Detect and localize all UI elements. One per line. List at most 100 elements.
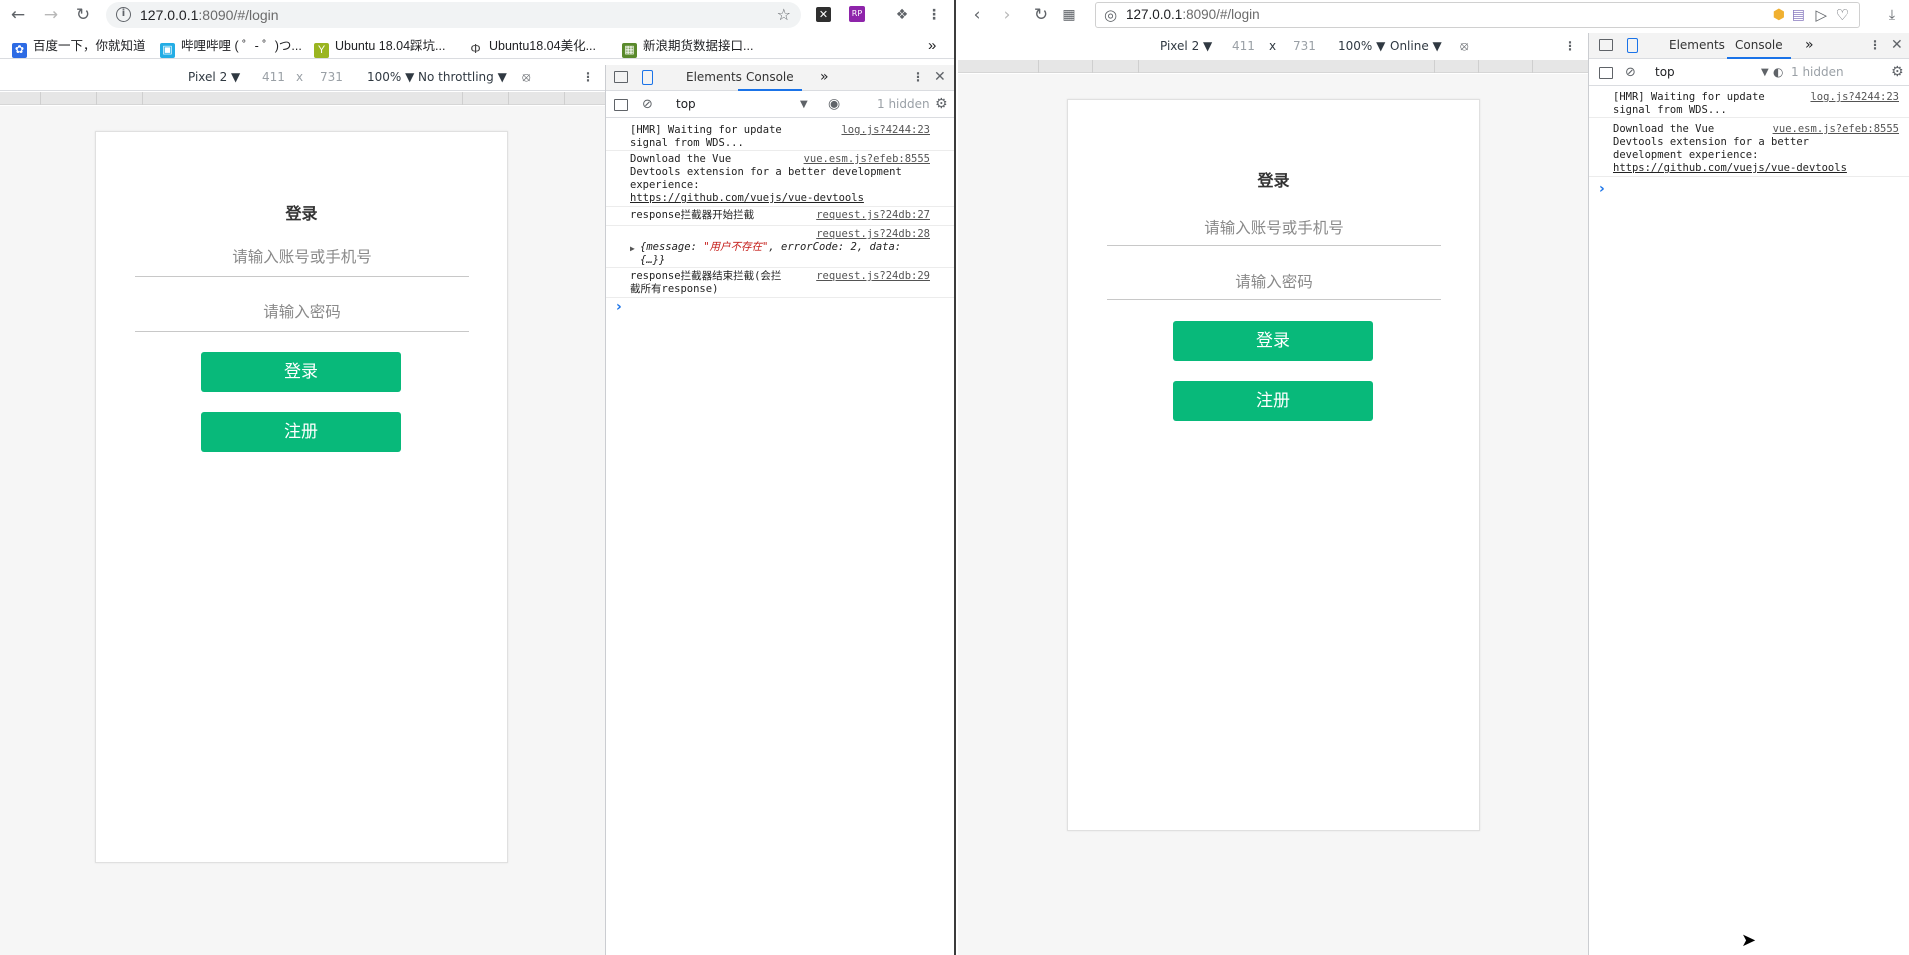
device-height[interactable]: 731 — [320, 65, 343, 90]
zoom-select[interactable]: 100% ▼ — [367, 65, 414, 90]
devtools-menu-icon[interactable]: ⋮ — [1869, 33, 1881, 58]
close-icon[interactable]: ✕ — [934, 65, 946, 90]
login-button[interactable]: 登录 — [201, 352, 401, 392]
reload-icon[interactable]: ↻ — [72, 4, 94, 26]
device-mode-icon[interactable] — [642, 70, 653, 85]
device-menu-icon[interactable]: ⋮ — [582, 65, 594, 90]
account-input[interactable]: 请输入账号或手机号 — [1107, 216, 1441, 246]
expand-triangle-icon[interactable]: ▶ — [630, 242, 635, 255]
network-select[interactable]: Online ▼ — [1390, 34, 1442, 59]
device-toolbar: Pixel 2 ▼ 411 x 731 100% ▼ No throttling… — [0, 65, 605, 91]
tab-elements[interactable]: Elements — [1669, 33, 1725, 58]
sidebar-toggle-icon[interactable] — [1599, 67, 1613, 79]
console-prompt[interactable]: › — [616, 299, 622, 315]
devtools-menu-icon[interactable]: ⋮ — [912, 65, 924, 90]
url-text: 127.0.0.1:8090/#/login — [1126, 7, 1260, 22]
extension-x-icon[interactable]: ✕ — [816, 7, 831, 22]
more-tabs-button[interactable]: » — [1805, 33, 1814, 58]
account-input[interactable]: 请输入账号或手机号 — [135, 245, 469, 277]
bookmark-item[interactable]: ▣ 哔哩哔哩 ( ゜- ゜)つ... — [160, 37, 302, 58]
eye-icon[interactable]: ◐ — [1773, 60, 1783, 85]
device-width[interactable]: 411 — [1232, 34, 1255, 59]
login-page: 登录 请输入账号或手机号 请输入密码 登录 注册 — [1067, 99, 1480, 831]
more-tabs-button[interactable]: » — [820, 65, 829, 90]
clear-console-icon[interactable]: ⊘ — [642, 92, 653, 117]
gear-icon[interactable]: ⚙ — [935, 92, 948, 117]
devtools-link[interactable]: https://github.com/vuejs/vue-devtools — [630, 192, 864, 205]
page-title: 登录 — [285, 204, 318, 223]
console-source-link[interactable]: request.js?24db:27 — [816, 209, 930, 222]
device-select[interactable]: Pixel 2 ▼ — [1160, 34, 1212, 59]
info-icon[interactable]: i — [116, 7, 131, 22]
bookmark-item[interactable]: Y Ubuntu 18.04踩坑... — [314, 37, 445, 58]
omnibox[interactable]: i 127.0.0.1:8090/#/login ☆ — [106, 2, 801, 28]
register-button[interactable]: 注册 — [1173, 381, 1373, 421]
cube-icon[interactable]: ⬢ — [1773, 7, 1785, 23]
star-icon[interactable]: ☆ — [777, 5, 791, 24]
devtools-panel: Elements Console » ⋮ ✕ ⊘ top ▼ ◐ 1 hidde… — [1588, 33, 1909, 955]
image-icon[interactable]: ▤ — [1792, 7, 1805, 23]
console-message: Download the Vue Devtools extension for … — [606, 151, 954, 207]
tab-console[interactable]: Console — [738, 65, 802, 91]
reload-icon[interactable]: ↻ — [1030, 4, 1052, 26]
heart-icon[interactable]: ♡ — [1836, 6, 1849, 24]
devtools-link[interactable]: https://github.com/vuejs/vue-devtools — [1613, 162, 1847, 175]
forward-icon[interactable]: › — [996, 4, 1018, 26]
bookmark-item[interactable]: Φ Ubuntu18.04美化... — [468, 37, 596, 56]
console-source-link[interactable]: request.js?24db:28 — [816, 228, 930, 241]
forward-icon[interactable]: → — [40, 4, 62, 26]
console-source-link[interactable]: vue.esm.js?efeb:8555 — [804, 153, 930, 166]
tab-elements[interactable]: Elements — [686, 65, 742, 90]
back-icon[interactable]: ‹ — [966, 4, 988, 26]
login-button[interactable]: 登录 — [1173, 321, 1373, 361]
close-icon[interactable]: ✕ — [1891, 33, 1903, 58]
gear-icon[interactable]: ⚙ — [1891, 60, 1904, 85]
console-object[interactable]: {message: "用户不存在", errorCode: 2, data: {… — [640, 241, 901, 267]
inspect-icon[interactable] — [1599, 39, 1613, 51]
console-source-link[interactable]: log.js?4244:23 — [841, 124, 930, 137]
password-input[interactable]: 请输入密码 — [135, 300, 469, 332]
extension-rp-icon[interactable]: RP — [849, 6, 865, 22]
zoom-select[interactable]: 100% ▼ — [1338, 34, 1385, 59]
device-width[interactable]: 411 — [262, 65, 285, 90]
context-select[interactable]: top — [676, 92, 696, 117]
bookmark-item[interactable]: ✿ 百度一下，你就知道 — [12, 37, 146, 58]
register-button[interactable]: 注册 — [201, 412, 401, 452]
console-message: [HMR] Waiting for update signal from WDS… — [1589, 89, 1909, 118]
console-source-link[interactable]: request.js?24db:29 — [816, 270, 930, 283]
context-dropdown-arrow-icon[interactable]: ▼ — [1761, 60, 1769, 85]
inspect-icon[interactable] — [614, 71, 628, 83]
device-menu-icon[interactable]: ⋮ — [1564, 34, 1576, 59]
omnibox[interactable]: ◎ 127.0.0.1:8090/#/login ⬢ ▤ ▷ ♡ — [1095, 2, 1860, 28]
apps-icon[interactable]: ▦ — [1058, 4, 1080, 26]
context-dropdown-arrow-icon[interactable]: ▼ — [800, 92, 808, 117]
sidebar-toggle-icon[interactable] — [614, 99, 628, 111]
console-source-link[interactable]: vue.esm.js?efeb:8555 — [1773, 123, 1899, 136]
media-query-ruler — [958, 60, 1588, 73]
rotate-icon[interactable]: ⦻ — [522, 65, 531, 90]
throttle-select[interactable]: No throttling ▼ — [418, 65, 507, 90]
bookmarks-more-button[interactable]: » — [928, 37, 936, 55]
devtools-tabbar: Elements Console » ⋮ ✕ — [606, 65, 954, 91]
back-icon[interactable]: ← — [7, 4, 29, 26]
device-select[interactable]: Pixel 2 ▼ — [188, 65, 240, 90]
paw-icon: ✿ — [12, 43, 27, 58]
clear-console-icon[interactable]: ⊘ — [1625, 60, 1636, 85]
menu-kebab-icon[interactable]: ⋮ — [925, 6, 943, 24]
bookmark-item[interactable]: ▦ 新浪期货数据接口... — [622, 37, 753, 58]
extension-bird-icon[interactable]: ❖ — [893, 6, 911, 24]
device-height[interactable]: 731 — [1293, 34, 1316, 59]
console-source-link[interactable]: log.js?4244:23 — [1810, 91, 1899, 104]
tab-console[interactable]: Console — [1727, 33, 1791, 59]
device-mode-icon[interactable] — [1627, 38, 1638, 53]
send-icon[interactable]: ▷ — [1815, 6, 1827, 24]
console-message: response拦截器结束拦截(会拦 截所有response) request.… — [606, 268, 954, 298]
eye-icon[interactable]: ◉ — [828, 92, 840, 117]
console-prompt[interactable]: › — [1599, 181, 1605, 197]
password-input[interactable]: 请输入密码 — [1107, 270, 1441, 300]
console-message: request.js?24db:28 ▶ {message: "用户不存在", … — [606, 226, 954, 268]
rotate-icon[interactable]: ⦻ — [1460, 34, 1469, 59]
globe-icon: ◎ — [1104, 6, 1118, 24]
context-select[interactable]: top — [1655, 60, 1675, 85]
download-icon[interactable]: ⤓ — [1883, 6, 1901, 24]
